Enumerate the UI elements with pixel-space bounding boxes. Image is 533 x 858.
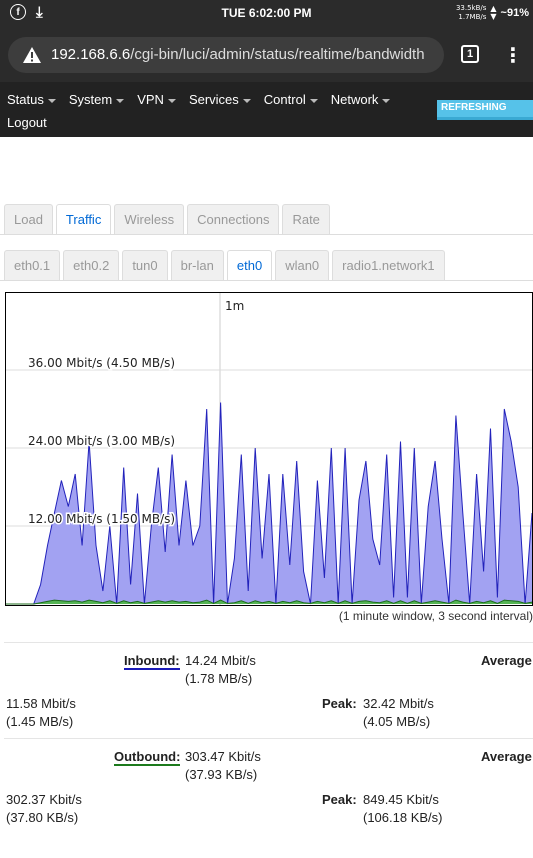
outbound-current-bits: 303.47 Kbit/s xyxy=(185,749,261,764)
net-up-speed: 33.5kB/s xyxy=(455,4,487,12)
stats-divider-mid xyxy=(4,738,533,739)
net-down-speed: 1.7MB/s xyxy=(458,13,487,21)
tab-connections[interactable]: Connections xyxy=(187,204,280,234)
caret-down-icon xyxy=(382,98,391,103)
graph-window-note: (1 minute window, 3 second interval) xyxy=(338,609,533,623)
inbound-peak: 32.42 Mbit/s (4.05 MB/s) xyxy=(363,695,434,731)
y-tick-label: 12.00 Mbit/s (1.50 MB/s) xyxy=(28,512,175,526)
iface-tab-eth0-1[interactable]: eth0.1 xyxy=(4,250,61,280)
stats-divider-top xyxy=(4,642,533,643)
inbound-average-label: Average xyxy=(481,653,532,668)
outbound-average-bytes: (37.80 KB/s) xyxy=(6,810,79,825)
bandwidth-chart-svg: 1m 12.00 Mbit/s (1.50 MB/s) 24.00 Mbit/s (… xyxy=(6,293,532,605)
menu-item-network[interactable]: Network xyxy=(331,90,391,109)
menu-item-control[interactable]: Control xyxy=(264,90,318,109)
outbound-current: 303.47 Kbit/s (37.93 KB/s) xyxy=(185,748,261,784)
logout-link[interactable]: Logout xyxy=(7,113,47,132)
inbound-average: 11.58 Mbit/s (1.45 MB/s) xyxy=(6,695,76,731)
inbound-peak-bits: 32.42 Mbit/s xyxy=(363,696,434,711)
iface-tab-tun0[interactable]: tun0 xyxy=(122,250,168,280)
interface-tabs: eth0.1 eth0.2 tun0 br-lan eth0 wlan0 radio1.ne… xyxy=(4,250,445,280)
outbound-peak: 849.45 Kbit/s (106.18 KB/s) xyxy=(363,791,443,827)
url-text[interactable]: 192.168.6.6/cgi-bin/luci/admin/status/re… xyxy=(51,46,436,63)
y-tick-label: 36.00 Mbit/s (4.50 MB/s) xyxy=(28,356,175,370)
iface-tab-radio1-network1[interactable]: radio1.network1 xyxy=(332,250,445,280)
caret-down-icon xyxy=(167,98,176,103)
inbound-label: Inbound: xyxy=(124,653,180,670)
tab-rate[interactable]: Rate xyxy=(282,204,330,234)
inbound-current-bytes: (1.78 MB/s) xyxy=(185,671,253,686)
caret-down-icon xyxy=(47,98,56,103)
clock: TUE 6:02:00 PM xyxy=(221,6,312,20)
outbound-current-bytes: (37.93 KB/s) xyxy=(185,767,258,782)
time-marker-label: 1m xyxy=(225,299,244,313)
outbound-average-label: Average xyxy=(481,749,532,764)
inbound-current: 14.24 Mbit/s (1.78 MB/s) xyxy=(185,652,256,688)
interface-tabs-divider xyxy=(0,280,533,281)
tab-wireless[interactable]: Wireless xyxy=(114,204,185,234)
address-bar[interactable]: 192.168.6.6/cgi-bin/luci/admin/status/re… xyxy=(8,37,444,73)
menu-item-services[interactable]: Services xyxy=(189,90,251,109)
caret-down-icon xyxy=(242,98,251,103)
outbound-peak-bits: 849.45 Kbit/s xyxy=(363,792,439,807)
caret-down-icon xyxy=(309,98,318,103)
outbound-peak-bytes: (106.18 KB/s) xyxy=(363,810,443,825)
inbound-current-bits: 14.24 Mbit/s xyxy=(185,653,256,668)
inbound-average-bits: 11.58 Mbit/s xyxy=(6,696,76,711)
tab-load[interactable]: Load xyxy=(4,204,53,234)
status-bar: f ⤓ TUE 6:02:00 PM 33.5kB/s 1.7MB/s ▲ ▼ ~… xyxy=(0,0,533,28)
main-tabs: Load Traffic Wireless Connections Rate xyxy=(4,204,330,234)
menu-item-system[interactable]: System xyxy=(69,90,125,109)
warning-icon[interactable] xyxy=(22,45,42,65)
inbound-peak-bytes: (4.05 MB/s) xyxy=(363,714,431,729)
y-tick-label: 24.00 Mbit/s (3.00 MB/s) xyxy=(28,434,175,448)
tab-traffic[interactable]: Traffic xyxy=(55,204,112,234)
inbound-average-bytes: (1.45 MB/s) xyxy=(6,714,74,729)
inbound-peak-label: Peak: xyxy=(322,696,357,711)
outbound-label: Outbound: xyxy=(114,749,181,766)
battery-level: ~91% xyxy=(500,7,529,19)
browser-toolbar: 192.168.6.6/cgi-bin/luci/admin/status/re… xyxy=(0,28,533,82)
tab-switcher-button[interactable]: 1 xyxy=(461,45,479,63)
up-down-arrows-icon: ▲ ▼ xyxy=(490,4,497,21)
iface-tab-wlan0[interactable]: wlan0 xyxy=(275,250,330,280)
outbound-peak-label: Peak: xyxy=(322,792,357,807)
caret-down-icon xyxy=(116,98,125,103)
bandwidth-graph: 1m 12.00 Mbit/s (1.50 MB/s) 24.00 Mbit/s (… xyxy=(5,292,533,606)
menu-item-vpn[interactable]: VPN xyxy=(137,90,176,109)
iface-tab-eth0[interactable]: eth0 xyxy=(226,250,273,280)
main-tabs-divider xyxy=(0,234,533,235)
url-path: /cgi-bin/luci/admin/status/realtime/band… xyxy=(130,46,425,63)
menu-item-status[interactable]: Status xyxy=(7,90,56,109)
iface-tab-br-lan[interactable]: br-lan xyxy=(170,250,224,280)
refreshing-indicator[interactable]: REFRESHING xyxy=(437,100,533,120)
outbound-average-bits: 302.37 Kbit/s xyxy=(6,792,82,807)
network-speed: 33.5kB/s 1.7MB/s xyxy=(456,4,486,22)
url-host: 192.168.6.6 xyxy=(51,46,131,63)
more-menu-icon[interactable]: ⋮ xyxy=(503,42,523,68)
outbound-average: 302.37 Kbit/s (37.80 KB/s) xyxy=(6,791,82,827)
iface-tab-eth0-2[interactable]: eth0.2 xyxy=(63,250,120,280)
